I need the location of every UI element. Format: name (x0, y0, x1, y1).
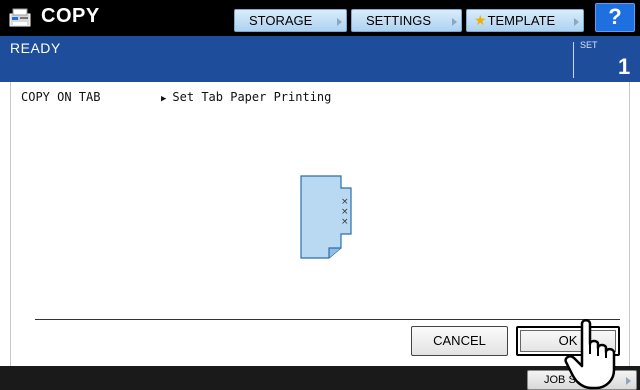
arrow-right-icon (626, 377, 631, 385)
storage-button[interactable]: STORAGE (234, 9, 347, 32)
help-button[interactable]: ? (595, 3, 635, 32)
page-title: COPY ON TAB (21, 90, 101, 104)
template-label: TEMPLATE (487, 13, 556, 28)
hand-pointer-icon (564, 319, 616, 390)
divider (35, 319, 620, 320)
svg-text:×: × (341, 207, 349, 217)
bottom-bar: JOB STATUS (0, 366, 640, 390)
svg-text:×: × (341, 217, 349, 227)
settings-label: SETTINGS (366, 13, 432, 28)
storage-label: STORAGE (249, 13, 313, 28)
top-bar: COPY STORAGE SETTINGS ★TEMPLATE ? (0, 0, 640, 36)
page-subtitle: ▶ Set Tab Paper Printing (161, 90, 331, 104)
arrow-right-icon (574, 18, 579, 26)
arrow-right-icon (337, 18, 342, 26)
arrow-right-icon (452, 18, 457, 26)
triangle-right-icon: ▶ (161, 94, 167, 104)
settings-button[interactable]: SETTINGS (351, 9, 462, 32)
subtitle-text: Set Tab Paper Printing (172, 90, 332, 104)
svg-text:×: × (341, 197, 349, 207)
set-label: SET (580, 40, 598, 50)
set-divider (573, 42, 574, 78)
status-bar: READY SET 1 (0, 36, 640, 82)
tab-paper-icon: × × × (300, 175, 352, 259)
main-content: COPY ON TAB ▶ Set Tab Paper Printing × × … (10, 82, 630, 366)
copier-icon (9, 8, 31, 27)
star-icon: ★ (474, 12, 487, 28)
set-count: 1 (618, 54, 631, 79)
template-button[interactable]: ★TEMPLATE (466, 9, 584, 32)
cancel-button[interactable]: CANCEL (411, 326, 508, 356)
app-title: COPY (41, 5, 100, 27)
status-message: READY (10, 40, 61, 56)
